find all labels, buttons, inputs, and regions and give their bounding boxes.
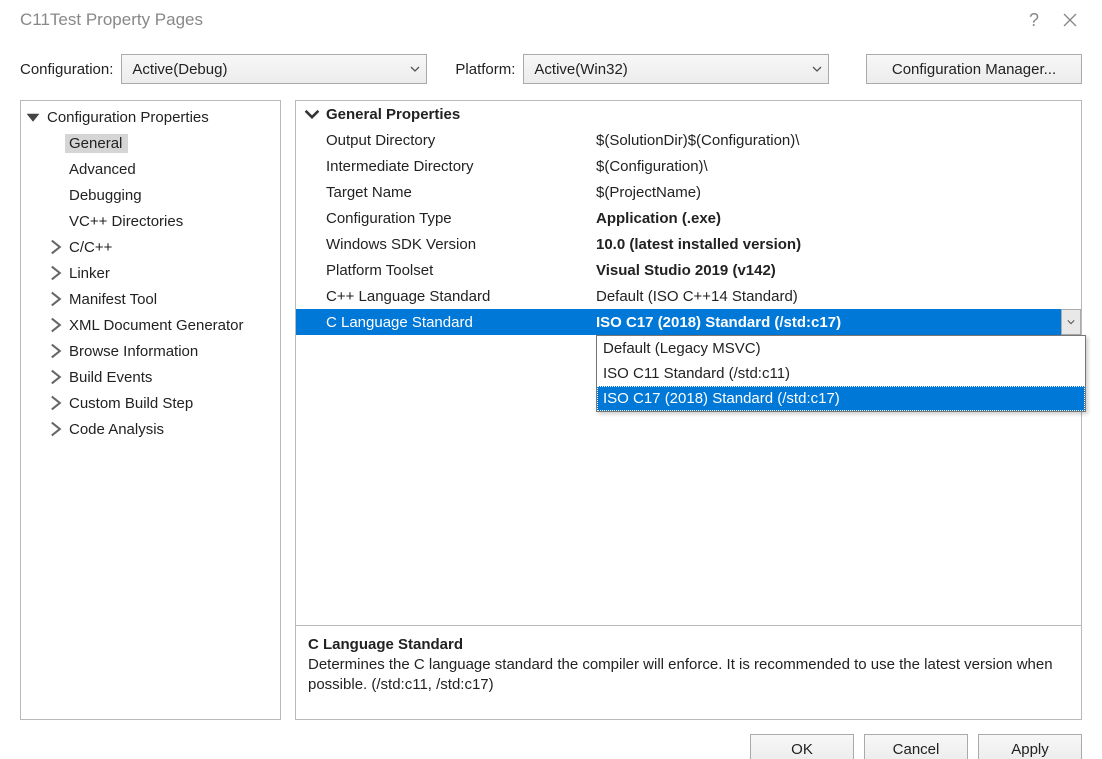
tree-item-label: Debugging	[65, 186, 148, 205]
property-value[interactable]: $(Configuration)\	[594, 158, 1081, 175]
tree-item-label: General	[65, 134, 128, 153]
tree-item-label: Linker	[65, 264, 116, 283]
close-button[interactable]	[1052, 2, 1088, 38]
property-value[interactable]: Application (.exe)	[594, 210, 1081, 227]
toolbar: Configuration: Active(Debug) Platform: A…	[0, 40, 1102, 100]
property-name: C Language Standard	[296, 314, 594, 331]
property-name: Windows SDK Version	[296, 236, 594, 253]
expander-closed-icon	[47, 317, 63, 333]
expander-closed-icon	[47, 239, 63, 255]
expander-closed-icon	[47, 395, 63, 411]
chevron-down-icon	[812, 64, 822, 74]
property-name: Target Name	[296, 184, 594, 201]
tree-item-label: Advanced	[65, 160, 142, 179]
nav-tree[interactable]: Configuration Properties General Advanced…	[20, 100, 281, 720]
tree-item-label: XML Document Generator	[65, 316, 250, 335]
expander-closed-icon	[47, 265, 63, 281]
dropdown-option[interactable]: ISO C11 Standard (/std:c11)	[597, 361, 1085, 386]
tree-item[interactable]: Build Events	[21, 364, 280, 390]
expander-closed-icon	[47, 369, 63, 385]
expander-closed-icon	[47, 291, 63, 307]
tree-item[interactable]: Advanced	[21, 156, 280, 182]
expander-closed-icon	[47, 421, 63, 437]
property-value[interactable]: ISO C17 (2018) Standard (/std:c17)	[594, 314, 1081, 331]
tree-item-label: Code Analysis	[65, 420, 170, 439]
cancel-button[interactable]: Cancel	[864, 734, 968, 759]
configuration-label: Configuration:	[20, 61, 113, 78]
tree-item[interactable]: General	[21, 130, 280, 156]
tree-item-label: Build Events	[65, 368, 158, 387]
tree-item-label: Manifest Tool	[65, 290, 163, 309]
description-title: C Language Standard	[308, 636, 1069, 653]
property-row[interactable]: Configuration TypeApplication (.exe)	[296, 205, 1081, 231]
property-value[interactable]: 10.0 (latest installed version)	[594, 236, 1081, 253]
configuration-manager-button[interactable]: Configuration Manager...	[866, 54, 1082, 84]
window-title: C11Test Property Pages	[20, 10, 203, 30]
ok-button[interactable]: OK	[750, 734, 854, 759]
property-row[interactable]: Intermediate Directory$(Configuration)\	[296, 153, 1081, 179]
property-name: C++ Language Standard	[296, 288, 594, 305]
property-name: Configuration Type	[296, 210, 594, 227]
platform-value: Active(Win32)	[534, 61, 627, 78]
platform-combo[interactable]: Active(Win32)	[523, 54, 829, 84]
titlebar: C11Test Property Pages ?	[0, 0, 1102, 40]
property-row[interactable]: Platform ToolsetVisual Studio 2019 (v142…	[296, 257, 1081, 283]
description-text: Determines the C language standard the c…	[308, 655, 1069, 696]
configuration-value: Active(Debug)	[132, 61, 227, 78]
property-row[interactable]: Windows SDK Version10.0 (latest installe…	[296, 231, 1081, 257]
property-row[interactable]: C++ Language StandardDefault (ISO C++14 …	[296, 283, 1081, 309]
property-value[interactable]: Default (ISO C++14 Standard)	[594, 288, 1081, 305]
dropdown-option[interactable]: ISO C17 (2018) Standard (/std:c17)	[597, 386, 1085, 411]
tree-item[interactable]: Custom Build Step	[21, 390, 280, 416]
property-row[interactable]: C Language StandardISO C17 (2018) Standa…	[296, 309, 1081, 335]
property-row[interactable]: Output Directory$(SolutionDir)$(Configur…	[296, 127, 1081, 153]
c-language-standard-dropdown[interactable]: Default (Legacy MSVC)ISO C11 Standard (/…	[596, 335, 1086, 412]
tree-item[interactable]: Code Analysis	[21, 416, 280, 442]
configuration-combo[interactable]: Active(Debug)	[121, 54, 427, 84]
property-description: C Language Standard Determines the C lan…	[295, 626, 1082, 720]
tree-item-label: Browse Information	[65, 342, 204, 361]
tree-item[interactable]: XML Document Generator	[21, 312, 280, 338]
property-value[interactable]: Visual Studio 2019 (v142)	[594, 262, 1081, 279]
property-value[interactable]: $(SolutionDir)$(Configuration)\	[594, 132, 1081, 149]
apply-button[interactable]: Apply	[978, 734, 1082, 759]
tree-item-label: Custom Build Step	[65, 394, 199, 413]
expander-closed-icon	[47, 343, 63, 359]
dialog-footer: OK Cancel Apply	[0, 720, 1102, 759]
property-row[interactable]: Target Name$(ProjectName)	[296, 179, 1081, 205]
tree-item[interactable]: Manifest Tool	[21, 286, 280, 312]
platform-label: Platform:	[455, 61, 515, 78]
property-name: Platform Toolset	[296, 262, 594, 279]
property-name: Output Directory	[296, 132, 594, 149]
property-value[interactable]: $(ProjectName)	[594, 184, 1081, 201]
tree-item-label: C/C++	[65, 238, 118, 257]
tree-item[interactable]: Linker	[21, 260, 280, 286]
grid-section-header[interactable]: General Properties	[296, 101, 1081, 127]
help-button[interactable]: ?	[1016, 2, 1052, 38]
tree-root[interactable]: Configuration Properties	[21, 104, 280, 130]
tree-item[interactable]: C/C++	[21, 234, 280, 260]
chevron-down-icon	[410, 64, 420, 74]
dropdown-option[interactable]: Default (Legacy MSVC)	[597, 336, 1085, 361]
property-grid[interactable]: General Properties Output Directory$(Sol…	[295, 100, 1082, 626]
tree-item[interactable]: VC++ Directories	[21, 208, 280, 234]
expander-open-icon	[304, 106, 320, 122]
dropdown-button[interactable]	[1061, 309, 1081, 335]
tree-item-label: VC++ Directories	[65, 212, 189, 231]
tree-item[interactable]: Browse Information	[21, 338, 280, 364]
expander-open-icon	[25, 109, 41, 125]
property-name: Intermediate Directory	[296, 158, 594, 175]
tree-item[interactable]: Debugging	[21, 182, 280, 208]
